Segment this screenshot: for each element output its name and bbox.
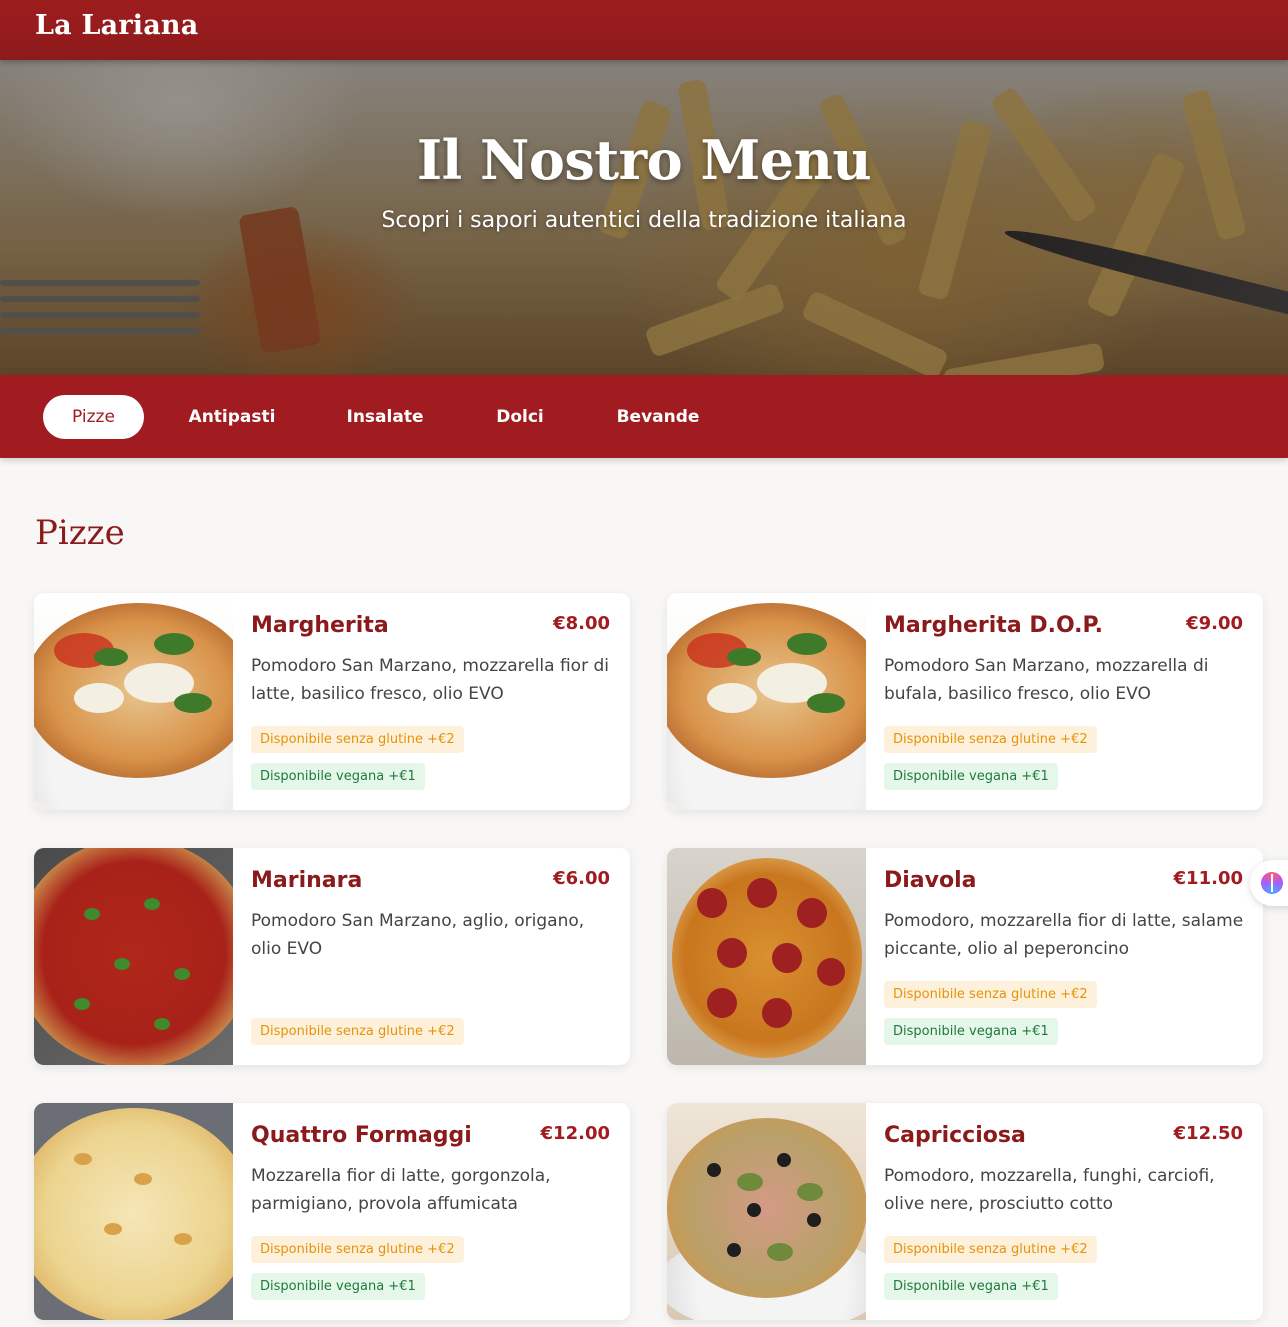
item-price: €12.00: [540, 1123, 610, 1144]
pizza-image: [34, 593, 233, 810]
gluten-free-badge: Disponibile senza glutine +€2: [251, 1236, 464, 1263]
vegan-badge: Disponibile vegana +€1: [251, 1273, 425, 1300]
item-description: Mozzarella fior di latte, gorgonzola, pa…: [251, 1166, 551, 1214]
item-name: Marinara: [251, 868, 363, 893]
item-name: Quattro Formaggi: [251, 1123, 472, 1148]
category-tab-antipasti[interactable]: Antipasti: [170, 395, 294, 439]
hero-subtitle: Scopri i sapori autentici della tradizio…: [381, 208, 907, 233]
vegan-badge: Disponibile vegana +€1: [884, 1018, 1058, 1045]
item-description: Pomodoro, mozzarella fior di latte, sala…: [884, 911, 1244, 959]
vegan-badge: Disponibile vegana +€1: [251, 763, 425, 790]
vegan-badge: Disponibile vegana +€1: [884, 763, 1058, 790]
gluten-free-badge: Disponibile senza glutine +€2: [251, 1018, 464, 1045]
menu-card-margherita[interactable]: Margherita €8.00 Pomodoro San Marzano, m…: [34, 593, 630, 810]
assistant-widget-button[interactable]: [1250, 860, 1288, 906]
hero-banner: Il Nostro Menu Scopri i sapori autentici…: [0, 60, 1288, 375]
menu-card-marinara[interactable]: Marinara €6.00 Pomodoro San Marzano, agl…: [34, 848, 630, 1065]
item-price: €12.50: [1173, 1123, 1243, 1144]
item-name: Margherita D.O.P.: [884, 613, 1103, 638]
item-price: €6.00: [553, 868, 610, 889]
menu-card-margherita-dop[interactable]: Margherita D.O.P. €9.00 Pomodoro San Mar…: [667, 593, 1263, 810]
item-price: €11.00: [1173, 868, 1243, 889]
item-description: Pomodoro, mozzarella, funghi, carciofi, …: [884, 1166, 1215, 1214]
pizza-image: [34, 848, 233, 1065]
gluten-free-badge: Disponibile senza glutine +€2: [884, 1236, 1097, 1263]
gluten-free-badge: Disponibile senza glutine +€2: [884, 726, 1097, 753]
hero-title: Il Nostro Menu: [416, 128, 872, 192]
item-description: Pomodoro San Marzano, mozzarella fior di…: [251, 656, 609, 704]
brand-logo-text[interactable]: La Lariana: [35, 10, 198, 41]
item-description: Pomodoro San Marzano, aglio, origano, ol…: [251, 911, 585, 959]
gluten-free-badge: Disponibile senza glutine +€2: [251, 726, 464, 753]
menu-card-quattro-formaggi[interactable]: Quattro Formaggi €12.00 Mozzarella fior …: [34, 1103, 630, 1320]
item-price: €9.00: [1186, 613, 1243, 634]
category-tab-pizze[interactable]: Pizze: [43, 395, 144, 439]
category-tab-dolci[interactable]: Dolci: [475, 395, 565, 439]
top-bar: La Lariana: [0, 0, 1288, 60]
pizza-image: [34, 1103, 233, 1320]
category-tab-insalate[interactable]: Insalate: [325, 395, 445, 439]
category-nav: Pizze Antipasti Insalate Dolci Bevande: [0, 375, 1288, 458]
pizza-image: [667, 848, 866, 1065]
vegan-badge: Disponibile vegana +€1: [884, 1273, 1058, 1300]
item-price: €8.00: [553, 613, 610, 634]
gluten-free-badge: Disponibile senza glutine +€2: [884, 981, 1097, 1008]
menu-card-capricciosa[interactable]: Capricciosa €12.50 Pomodoro, mozzarella,…: [667, 1103, 1263, 1320]
section-title: Pizze: [35, 513, 125, 553]
pizza-image: [667, 1103, 866, 1320]
category-tab-bevande[interactable]: Bevande: [595, 395, 721, 439]
item-name: Capricciosa: [884, 1123, 1026, 1148]
item-name: Margherita: [251, 613, 389, 638]
item-name: Diavola: [884, 868, 977, 893]
item-description: Pomodoro San Marzano, mozzarella di bufa…: [884, 656, 1209, 704]
pizza-image: [667, 593, 866, 810]
menu-card-diavola[interactable]: Diavola €11.00 Pomodoro, mozzarella fior…: [667, 848, 1263, 1065]
assistant-brain-icon: [1261, 872, 1283, 894]
